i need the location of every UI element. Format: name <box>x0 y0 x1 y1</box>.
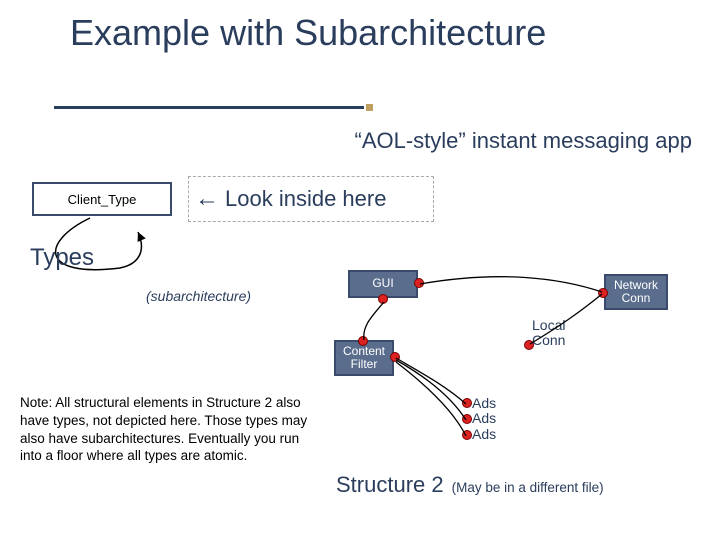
client-type-box: Client_Type <box>32 182 172 216</box>
structure-2-note: (May be in a different file) <box>452 480 604 495</box>
look-inside-row: ← Look inside here <box>188 176 434 222</box>
ads-line: Ads <box>472 396 496 411</box>
port-dot <box>462 398 472 408</box>
slide-title: Example with Subarchitecture <box>70 12 546 53</box>
port-dot <box>462 430 472 440</box>
title-underline <box>54 106 364 109</box>
slide-subtitle: “AOL-style” instant messaging app <box>355 128 693 154</box>
port-dot <box>378 294 388 304</box>
structure-2-label: Structure 2 <box>336 472 444 498</box>
port-dot <box>390 352 400 362</box>
look-inside-label: Look inside here <box>225 186 386 212</box>
structure-2-row: Structure 2 (May be in a different file) <box>336 472 604 498</box>
local-conn-label: LocalConn <box>532 318 565 349</box>
title-ornament <box>366 104 373 111</box>
types-heading: Types <box>30 244 94 272</box>
arrow-left-icon: ← <box>195 186 219 213</box>
ads-stack: Ads Ads Ads <box>472 396 496 442</box>
port-dot <box>598 288 608 298</box>
port-dot <box>358 336 368 346</box>
network-conn-box: NetworkConn <box>604 274 668 310</box>
port-dot <box>462 414 472 424</box>
port-dot <box>524 340 534 350</box>
port-dot <box>414 278 424 288</box>
ads-line: Ads <box>472 427 496 442</box>
ads-line: Ads <box>472 411 496 426</box>
note-text: Note: All structural elements in Structu… <box>20 394 320 465</box>
subarchitecture-label: (subarchitecture) <box>146 288 251 304</box>
